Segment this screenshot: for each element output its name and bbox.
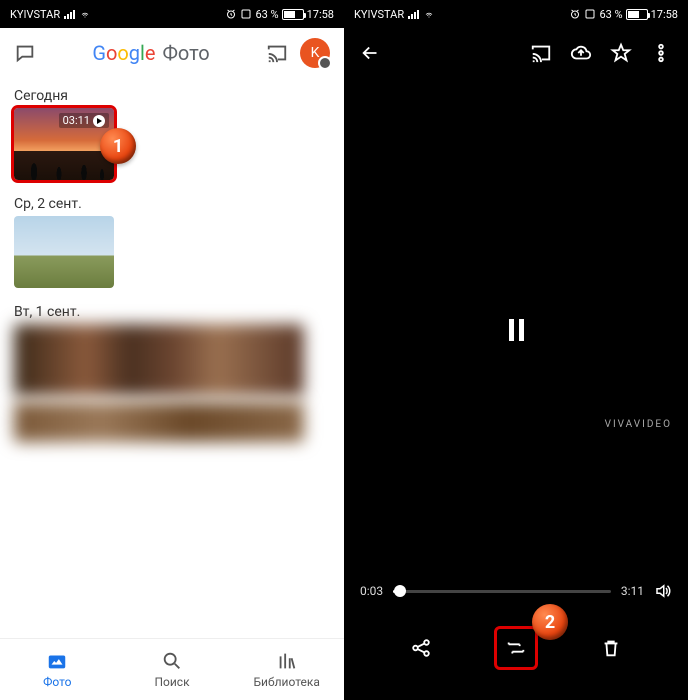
section-sep2: Ср, 2 сент. bbox=[0, 186, 344, 294]
callout-badge-1: 1 bbox=[100, 128, 136, 164]
play-icon bbox=[93, 115, 105, 127]
screen-gallery: KYIVSTAR 63 % 17:58 Google Фото K Сегодн… bbox=[0, 0, 344, 700]
pause-icon[interactable] bbox=[509, 319, 524, 341]
wifi-icon bbox=[423, 10, 435, 19]
section-title: Ср, 2 сент. bbox=[14, 196, 330, 212]
wifi-icon bbox=[79, 10, 91, 19]
share-button[interactable] bbox=[399, 626, 443, 670]
watermark: VIVAVIDEO bbox=[605, 419, 672, 430]
sync-badge-icon bbox=[318, 56, 332, 70]
bottom-nav: Фото Поиск Библиотека bbox=[0, 638, 344, 700]
delete-button[interactable] bbox=[589, 626, 633, 670]
edit-button[interactable] bbox=[494, 626, 538, 670]
app-header: Google Фото K bbox=[0, 28, 344, 78]
nfc-icon bbox=[584, 8, 596, 20]
seek-track[interactable] bbox=[393, 590, 611, 593]
time-elapsed: 0:03 bbox=[360, 584, 383, 598]
callout-badge-2: 2 bbox=[532, 604, 568, 640]
messages-icon[interactable] bbox=[14, 42, 36, 64]
section-title: Вт, 1 сент. bbox=[14, 304, 330, 320]
battery-pct: 63 % bbox=[255, 8, 278, 21]
section-today: Сегодня 03:11 bbox=[0, 78, 344, 186]
progress-bar: 0:03 3:11 bbox=[344, 582, 688, 600]
section-sep1: Вт, 1 сент. bbox=[0, 294, 344, 448]
clock: 17:58 bbox=[651, 8, 678, 21]
section-title: Сегодня bbox=[14, 88, 330, 104]
nfc-icon bbox=[240, 8, 252, 20]
battery-pct: 63 % bbox=[599, 8, 622, 21]
battery-icon bbox=[626, 9, 648, 20]
screen-player: KYIVSTAR 63 % 17:58 VIVAVIDEO 0:03 3:11 bbox=[344, 0, 688, 700]
photos-icon bbox=[46, 650, 68, 672]
library-icon bbox=[276, 650, 298, 672]
alarm-icon bbox=[569, 8, 581, 20]
nav-library[interactable]: Библиотека bbox=[229, 639, 344, 700]
nav-photos[interactable]: Фото bbox=[0, 639, 115, 700]
status-bar: KYIVSTAR 63 % 17:58 bbox=[344, 0, 688, 28]
cast-icon[interactable] bbox=[266, 42, 288, 64]
volume-icon[interactable] bbox=[654, 582, 672, 600]
seek-thumb[interactable] bbox=[394, 585, 406, 597]
signal-icon bbox=[408, 10, 419, 19]
carrier-label: KYIVSTAR bbox=[354, 8, 404, 21]
app-logo: Google Фото bbox=[48, 41, 254, 65]
carrier-label: KYIVSTAR bbox=[10, 8, 60, 21]
alarm-icon bbox=[225, 8, 237, 20]
clock: 17:58 bbox=[307, 8, 334, 21]
photo-thumbnail[interactable] bbox=[14, 216, 114, 288]
photo-thumbnail[interactable] bbox=[14, 402, 304, 442]
action-bar bbox=[344, 626, 688, 670]
time-duration: 3:11 bbox=[621, 584, 644, 598]
search-icon bbox=[161, 650, 183, 672]
status-bar: KYIVSTAR 63 % 17:58 bbox=[0, 0, 344, 28]
photo-thumbnail[interactable] bbox=[14, 324, 304, 396]
video-thumbnail[interactable]: 03:11 bbox=[14, 108, 114, 180]
video-area[interactable] bbox=[344, 60, 688, 600]
signal-icon bbox=[64, 10, 75, 19]
video-duration-badge: 03:11 bbox=[59, 113, 109, 128]
nav-search[interactable]: Поиск bbox=[115, 639, 230, 700]
battery-icon bbox=[282, 9, 304, 20]
avatar[interactable]: K bbox=[300, 38, 330, 68]
